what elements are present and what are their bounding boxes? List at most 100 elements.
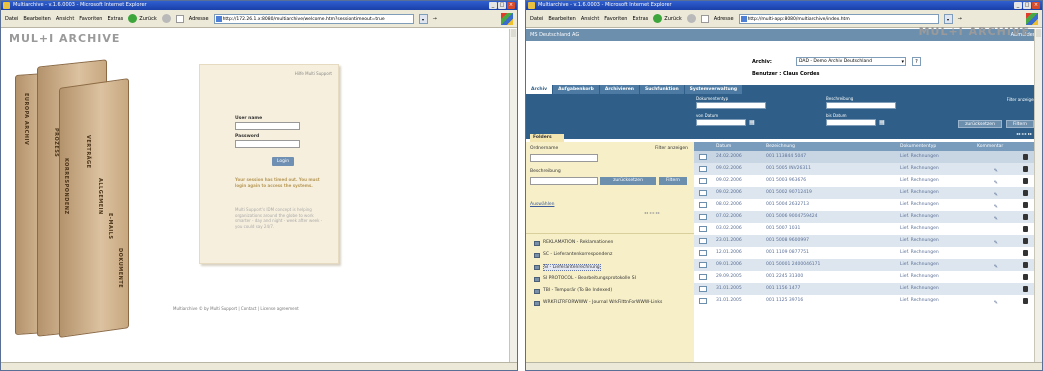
menu-favorites[interactable]: Favoriten	[604, 16, 627, 22]
table-row[interactable]: 29.09.2005 001 2245 31300 Lief. Rechnungen	[694, 271, 1042, 283]
folder-item[interactable]: REKLAMATION - Reklamationen	[534, 240, 684, 246]
folder-description-input[interactable]	[530, 177, 598, 185]
col-doctype[interactable]: Dokumententyp	[900, 142, 936, 151]
filter-button[interactable]: Filtern	[659, 177, 687, 185]
folder-item[interactable]: TBI - Temporär (To Be Indexed)	[534, 288, 684, 294]
col-comment[interactable]: Kommentar	[977, 142, 1003, 151]
go-button[interactable]: →	[958, 16, 962, 22]
back-button[interactable]: Zurück	[653, 14, 682, 23]
maximize-button[interactable]: □	[1023, 2, 1031, 9]
menu-file[interactable]: Datei	[530, 16, 543, 22]
password-input[interactable]	[235, 140, 300, 148]
open-document-icon[interactable]	[699, 166, 707, 172]
menu-view[interactable]: Ansicht	[56, 16, 74, 22]
open-document-icon[interactable]	[699, 202, 707, 208]
show-filter-link[interactable]: Filter anzeigen	[1007, 97, 1036, 102]
doctype-select[interactable]	[696, 102, 766, 109]
address-dropdown[interactable]: ▾	[418, 13, 428, 24]
back-button[interactable]: Zurück	[128, 14, 157, 23]
menu-file[interactable]: Datei	[5, 16, 18, 22]
to-date-input[interactable]	[826, 119, 876, 126]
open-document-icon[interactable]	[699, 154, 707, 160]
login-button[interactable]: Login	[272, 157, 294, 166]
reset-button[interactable]: zurücksetzen	[958, 120, 1002, 128]
vertical-scrollbar[interactable]	[1034, 29, 1042, 362]
tab-archiv[interactable]: Archiv	[526, 85, 553, 94]
folder-name-input[interactable]	[530, 154, 598, 162]
table-row[interactable]: 23.01.2006 001 5008 9600997 Lief. Rechnung…	[694, 235, 1042, 247]
select-link[interactable]: Auswählen	[530, 202, 554, 207]
tab-systemverwaltung[interactable]: Systemverwaltung	[684, 85, 743, 94]
folder-item[interactable]: SI PROTOCOL - Bearbeitungsprotokolle SI	[534, 276, 684, 282]
col-description[interactable]: Bezeichnung	[766, 142, 795, 151]
description-input[interactable]	[826, 102, 896, 109]
table-row[interactable]: 07.02.2006 001 5006 9004759424 Lief. Rechn…	[694, 211, 1042, 223]
open-document-icon[interactable]	[699, 262, 707, 268]
stop-button[interactable]	[700, 14, 709, 23]
tab-archivieren[interactable]: Archivieren	[599, 85, 639, 94]
username-input[interactable]	[235, 122, 300, 130]
table-row[interactable]: 31.01.2005 001 1156 1477 Lief. Rechnungen	[694, 283, 1042, 295]
calendar-icon[interactable]: ▦	[879, 119, 885, 126]
show-filter-link[interactable]: Filter anzeigen	[655, 146, 688, 151]
table-row[interactable]: 12.01.2006 001 1109 0877751 Lief. Rechnung…	[694, 247, 1042, 259]
folder-item[interactable]: SC - Lieferantenkorrespondenz	[534, 252, 684, 258]
calendar-icon[interactable]: ▦	[749, 119, 755, 126]
open-document-icon[interactable]	[699, 214, 707, 220]
open-document-icon[interactable]	[699, 286, 707, 292]
help-link[interactable]: Hilfe Multi Support	[295, 71, 332, 76]
table-row[interactable]: 31.01.2005 001 1125 39716 Lief. Rechnungen…	[694, 295, 1042, 307]
minimize-button[interactable]: _	[489, 2, 497, 9]
open-document-icon[interactable]	[699, 298, 707, 304]
from-date-input[interactable]	[696, 119, 746, 126]
tab-suchfunktion[interactable]: Suchfunktion	[639, 85, 684, 94]
open-document-icon[interactable]	[699, 226, 707, 232]
close-button[interactable]: ×	[1032, 2, 1040, 9]
folder-item[interactable]: WRKFILTRFORWWW - Journal WrkFilttnForWWW…	[534, 300, 684, 306]
folder-item-selected[interactable]: SI - Lieferantenrechnung	[534, 264, 684, 271]
open-document-icon[interactable]	[699, 250, 707, 256]
help-button[interactable]: ?	[912, 57, 921, 66]
address-dropdown[interactable]: ▾	[943, 13, 953, 24]
table-row[interactable]: 09.02.2006 001 5003 963676 Lief. Rechnunge…	[694, 175, 1042, 187]
lock-icon	[1023, 166, 1028, 172]
pager-arrows-icon[interactable]: ◂◂ ◂ ▸ ▸▸	[1016, 131, 1032, 136]
footer-links[interactable]: Multiarchive © by Multi Support | Contac…	[173, 306, 299, 311]
table-row[interactable]: 08.02.2006 001 5004 2632713 Lief. Rechnung…	[694, 199, 1042, 211]
maximize-button[interactable]: □	[498, 2, 506, 9]
pager-arrows-icon[interactable]: ◂◂ ◂ ▸ ▸▸	[644, 210, 660, 215]
go-button[interactable]: →	[433, 16, 437, 22]
vertical-scrollbar[interactable]	[509, 29, 517, 362]
table-row[interactable]: 09.02.2006 001 5002 90712419 Lief. Rechnun…	[694, 187, 1042, 199]
menu-view[interactable]: Ansicht	[581, 16, 599, 22]
address-bar[interactable]: http://172.26.1.x:8080/multiarchive/welc…	[213, 13, 414, 24]
comment-icon[interactable]: ✎	[994, 297, 998, 309]
table-row[interactable]: 09.01.2006 001 50001 2400046171 Lief. Rech…	[694, 259, 1042, 271]
tab-aufgabenkorb[interactable]: Aufgabenkorb	[553, 85, 599, 94]
menu-edit[interactable]: Bearbeiten	[23, 16, 50, 22]
forward-button[interactable]	[686, 14, 696, 23]
folders-panel: Ordnername Filter anzeigen Beschreibung …	[526, 142, 694, 364]
open-document-icon[interactable]	[699, 178, 707, 184]
reset-button[interactable]: zurücksetzen	[600, 177, 656, 185]
open-document-icon[interactable]	[699, 238, 707, 244]
col-date[interactable]: Datum	[716, 142, 731, 151]
archive-select[interactable]: DAD - Demo Archiv Deutschland	[796, 57, 906, 66]
open-document-icon[interactable]	[699, 274, 707, 280]
menu-tools[interactable]: Extras	[632, 16, 648, 22]
close-button[interactable]: ×	[507, 2, 515, 9]
stop-button[interactable]	[175, 14, 184, 23]
table-row[interactable]: 09.02.2006 001 5005 INV26311 Lief. Rechnun…	[694, 163, 1042, 175]
table-row[interactable]: 03.02.2006 001 5007 1031 Lief. Rechnungen	[694, 223, 1042, 235]
forward-button[interactable]	[161, 14, 171, 23]
open-document-icon[interactable]	[699, 190, 707, 196]
filter-button[interactable]: Filtern	[1006, 120, 1034, 128]
folders-tab[interactable]: Folders	[530, 134, 564, 142]
address-bar[interactable]: http://multi-app:8080/multiarchive/index…	[738, 13, 939, 24]
minimize-button[interactable]: _	[1014, 2, 1022, 9]
menu-favorites[interactable]: Favoriten	[79, 16, 102, 22]
menu-tools[interactable]: Extras	[107, 16, 123, 22]
table-row[interactable]: 24.02.2006 001 113844 5047 Lief. Rechnunge…	[694, 151, 1042, 163]
menu-edit[interactable]: Bearbeiten	[548, 16, 575, 22]
back-arrow-icon	[653, 14, 663, 23]
